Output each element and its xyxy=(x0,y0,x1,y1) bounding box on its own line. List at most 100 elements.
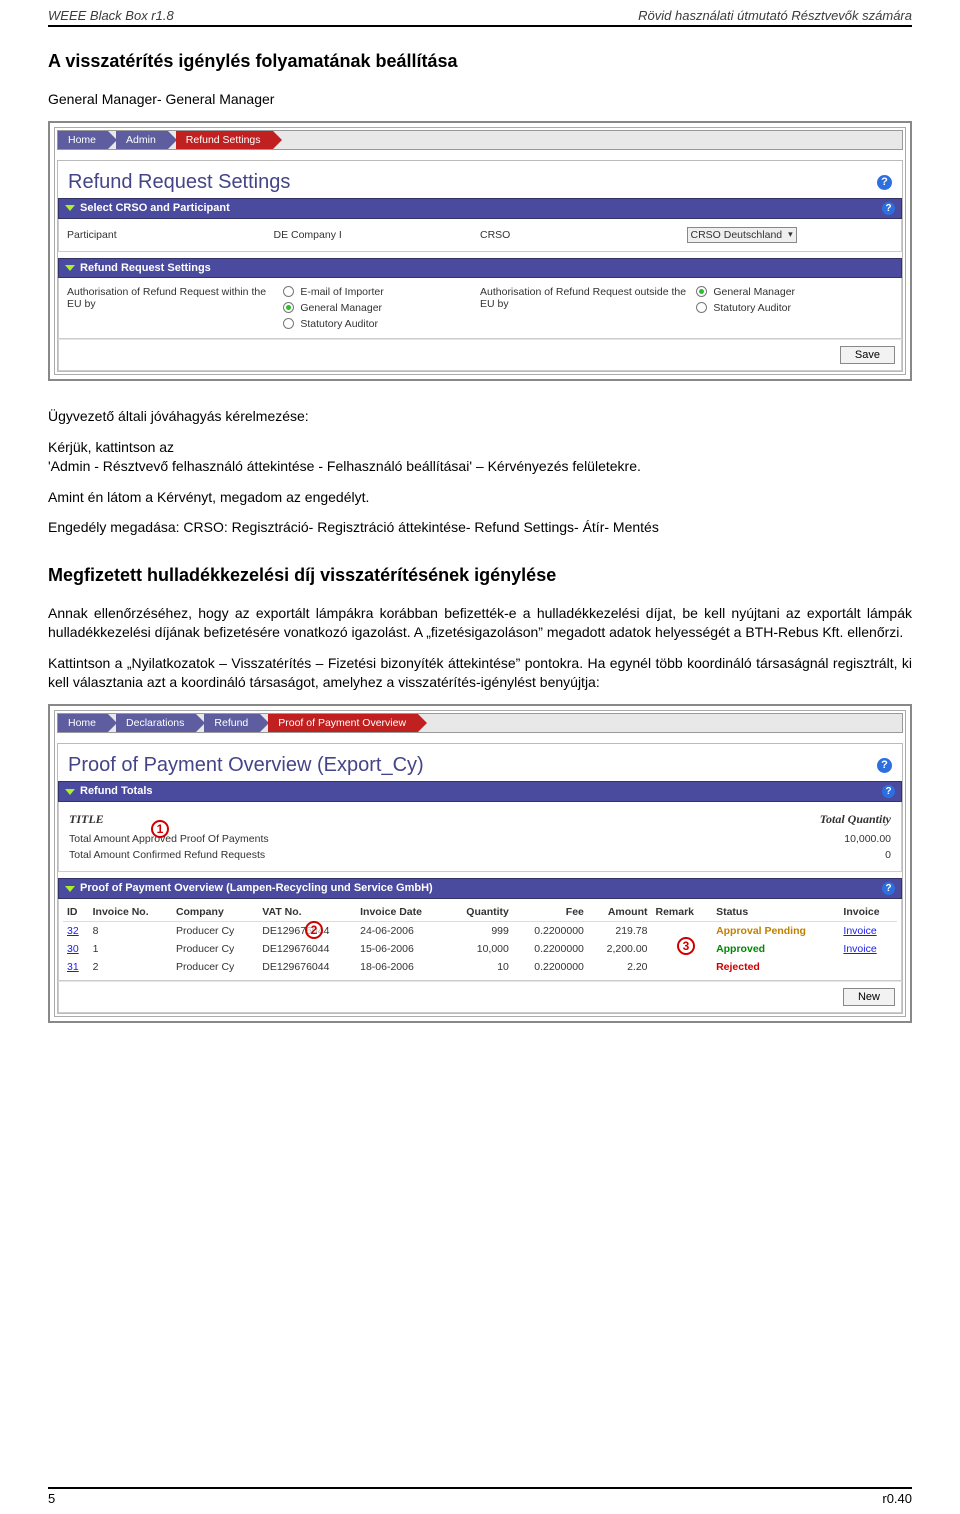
breadcrumb: Home Declarations Refund Proof of Paymen… xyxy=(57,713,903,733)
auth-outside-eu-label: Authorisation of Refund Request outside … xyxy=(480,286,696,310)
status-cell: Approval Pending xyxy=(712,921,839,940)
table-cell: 15-06-2006 xyxy=(356,940,447,958)
table-cell: 1 xyxy=(89,940,172,958)
table-cell: 0.2200000 xyxy=(513,940,588,958)
crumb-home[interactable]: Home xyxy=(58,131,108,149)
col-remark[interactable]: Remark xyxy=(652,903,713,922)
row-id-link[interactable]: 30 xyxy=(67,943,79,955)
table-cell xyxy=(652,958,713,976)
crumb-admin[interactable]: Admin xyxy=(116,131,168,149)
auth-within-eu-radio-group: E-mail of Importer General Manager Statu… xyxy=(283,286,480,330)
screenshot-refund-settings: Home Admin Refund Settings Refund Reques… xyxy=(48,121,912,381)
crumb-declarations[interactable]: Declarations xyxy=(116,714,196,732)
participant-label: Participant xyxy=(67,229,274,241)
status-cell: Approved xyxy=(712,940,839,958)
col-invoice[interactable]: Invoice xyxy=(839,903,897,922)
paragraph: Amint én látom a Kérvényt, megadom az en… xyxy=(48,488,912,507)
table-cell: Invoice xyxy=(839,921,897,940)
help-icon[interactable]: ? xyxy=(882,202,895,215)
row-id-link[interactable]: 32 xyxy=(67,925,79,937)
refund-totals-row: Total Amount Approved Proof Of Payments … xyxy=(67,831,893,847)
table-cell: 2.20 xyxy=(588,958,652,976)
paragraph: Kérjük, kattintson az xyxy=(48,438,912,457)
section2-title: Megfizetett hulladékkezelési díj visszat… xyxy=(48,565,912,586)
proof-of-payment-table: ID Invoice No. Company VAT No. Invoice D… xyxy=(63,903,897,976)
section-refund-totals: Refund Totals ? xyxy=(58,781,902,802)
paragraph: Engedély megadása: CRSO: Regisztráció- R… xyxy=(48,518,912,537)
table-cell: Producer Cy xyxy=(172,940,258,958)
table-cell: Producer Cy xyxy=(172,921,258,940)
invoice-link[interactable]: Invoice xyxy=(843,925,876,937)
table-cell: 8 xyxy=(89,921,172,940)
chevron-down-icon xyxy=(65,789,75,795)
header-left: WEEE Black Box r1.8 xyxy=(48,8,174,23)
crso-select[interactable]: CRSO Deutschland ▾ xyxy=(687,227,797,243)
col-company[interactable]: Company xyxy=(172,903,258,922)
table-cell: 18-06-2006 xyxy=(356,958,447,976)
table-cell xyxy=(839,958,897,976)
table-row: 328Producer CyDE12967604424-06-20069990.… xyxy=(63,921,897,940)
table-cell: 999 xyxy=(447,921,513,940)
help-icon[interactable]: ? xyxy=(877,175,892,190)
table-cell: 10,000 xyxy=(447,940,513,958)
radio-email-importer[interactable] xyxy=(283,286,294,297)
refund-totals-row-qty: 0 xyxy=(885,849,891,861)
radio-statutory-auditor-2[interactable] xyxy=(696,302,707,313)
help-icon[interactable]: ? xyxy=(882,882,895,895)
invoice-link[interactable]: Invoice xyxy=(843,943,876,955)
help-icon[interactable]: ? xyxy=(877,758,892,773)
radio-label: Statutory Auditor xyxy=(713,302,791,314)
table-cell: 2,200.00 xyxy=(588,940,652,958)
col-amount[interactable]: Amount xyxy=(588,903,652,922)
section-title-label: Select CRSO and Participant xyxy=(80,202,230,214)
table-cell: 0.2200000 xyxy=(513,958,588,976)
radio-general-manager[interactable] xyxy=(283,302,294,313)
col-invoice-no[interactable]: Invoice No. xyxy=(89,903,172,922)
chevron-down-icon xyxy=(65,265,75,271)
save-button[interactable]: Save xyxy=(840,346,895,364)
row-id-link[interactable]: 31 xyxy=(67,961,79,973)
crumb-refund-settings[interactable]: Refund Settings xyxy=(176,131,273,149)
chevron-down-icon xyxy=(65,205,75,211)
radio-label: E-mail of Importer xyxy=(300,286,383,298)
section-title-label: Proof of Payment Overview (Lampen-Recycl… xyxy=(80,882,433,894)
table-row: 301Producer CyDE12967604415-06-200610,00… xyxy=(63,940,897,958)
col-quantity[interactable]: Quantity xyxy=(447,903,513,922)
col-invoice-date[interactable]: Invoice Date xyxy=(356,903,447,922)
annotation-circle-3: 3 xyxy=(677,937,695,955)
participant-value: DE Company I xyxy=(274,229,481,241)
table-row: 312Producer CyDE12967604418-06-2006100.2… xyxy=(63,958,897,976)
section-title-label: Refund Totals xyxy=(80,785,153,797)
chevron-down-icon: ▾ xyxy=(788,229,793,240)
radio-statutory-auditor[interactable] xyxy=(283,318,294,329)
table-cell: Invoice xyxy=(839,940,897,958)
crumb-refund[interactable]: Refund xyxy=(204,714,260,732)
radio-general-manager-2[interactable] xyxy=(696,286,707,297)
col-fee[interactable]: Fee xyxy=(513,903,588,922)
col-id[interactable]: ID xyxy=(63,903,89,922)
table-cell: 24-06-2006 xyxy=(356,921,447,940)
crumb-home[interactable]: Home xyxy=(58,714,108,732)
paragraph: Ügyvezető általi jóváhagyás kérelmezése: xyxy=(48,407,912,426)
annotation-circle-2: 2 xyxy=(305,921,323,939)
auth-within-eu-label: Authorisation of Refund Request within t… xyxy=(67,286,283,310)
refund-totals-qty-header: Total Quantity xyxy=(820,812,891,827)
new-button[interactable]: New xyxy=(843,988,895,1006)
crumb-proof-of-payment-overview[interactable]: Proof of Payment Overview xyxy=(268,714,418,732)
col-status[interactable]: Status xyxy=(712,903,839,922)
table-cell: 30 xyxy=(63,940,89,958)
auth-outside-eu-radio-group: General Manager Statutory Auditor xyxy=(696,286,893,314)
radio-label: General Manager xyxy=(713,286,795,298)
section-select-crso-participant: Select CRSO and Participant ? xyxy=(58,198,902,219)
refund-totals-row: Total Amount Confirmed Refund Requests 0 xyxy=(67,847,893,863)
document-header: WEEE Black Box r1.8 Rövid használati útm… xyxy=(48,0,912,23)
refund-totals-row-qty: 10,000.00 xyxy=(844,833,891,845)
radio-label: General Manager xyxy=(300,302,382,314)
table-cell: 219.78 xyxy=(588,921,652,940)
header-rule xyxy=(48,25,912,27)
help-icon[interactable]: ? xyxy=(882,785,895,798)
annotation-circle-1: 1 xyxy=(151,820,169,838)
col-vat-no[interactable]: VAT No. xyxy=(258,903,356,922)
table-cell: DE129676044 xyxy=(258,958,356,976)
header-right: Rövid használati útmutató Résztvevők szá… xyxy=(638,8,912,23)
